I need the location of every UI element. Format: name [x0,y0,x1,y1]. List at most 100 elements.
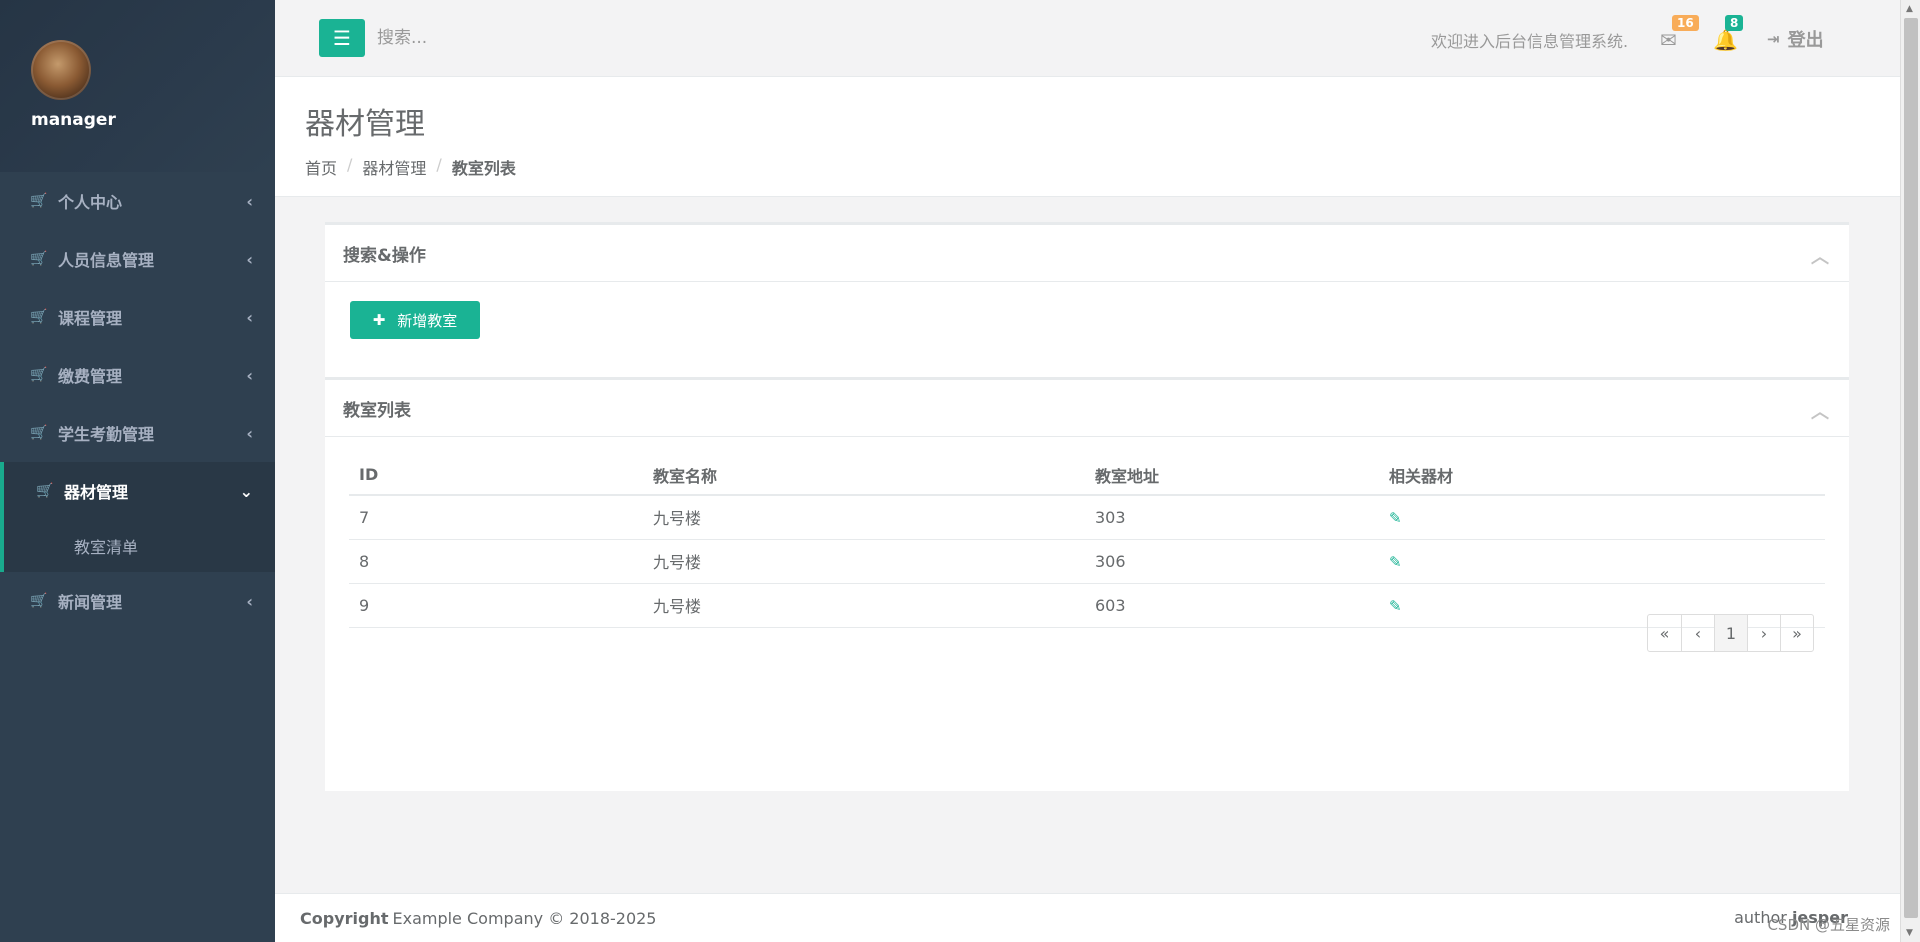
chevron-left-icon: ‹ [246,307,253,327]
column-header-name: 教室名称 [643,455,1085,496]
chevron-left-icon: ‹ [246,591,253,611]
sidebar: manager 🛒 个人中心 ‹ 🛒 人员信息管理 ‹ 🛒 课程管理 ‹ 🛒 缴… [0,0,275,942]
sidebar-item-label: 器材管理 [64,483,129,502]
chevron-left-icon: ‹ [246,191,253,211]
column-header-address: 教室地址 [1085,455,1379,496]
search-panel: 搜索&操作 ︿ ✚ 新增教室 [325,222,1849,377]
chevron-down-icon: ⌄ [239,481,253,501]
table-row: 9 九号楼 603 ✎ [349,583,1825,628]
profile-block: manager [0,0,275,172]
sidebar-item-label: 课程管理 [58,309,123,328]
chevron-left-icon: ‹ [246,423,253,443]
chevron-left-icon: ‹ [246,365,253,385]
cart-icon: 🛒 [36,483,54,499]
table-row: 7 九号楼 303 ✎ [349,495,1825,540]
page-title: 器材管理 [305,107,425,142]
edit-icon[interactable]: ✎ [1389,553,1402,571]
cell-id: 8 [349,539,643,584]
sidebar-subitem-classroom-list[interactable]: 教室清单 [0,520,275,572]
scroll-up-arrow-icon[interactable]: ▲ [1906,4,1913,14]
plus-icon: ✚ [372,311,386,329]
mail-button[interactable]: ✉ 16 [1660,15,1699,52]
breadcrumb-equipment[interactable]: 器材管理 [362,155,426,179]
sidebar-item-personnel[interactable]: 🛒 人员信息管理 ‹ [0,230,275,288]
chevron-left-icon: ‹ [246,249,253,269]
edit-icon[interactable]: ✎ [1389,509,1402,527]
envelope-icon: ✉ [1660,28,1677,52]
breadcrumb-separator: / [347,155,353,174]
notification-count-badge: 8 [1725,15,1744,31]
page-heading: 器材管理 首页 / 器材管理 / 教室列表 [275,77,1900,197]
cell-name: 九号楼 [643,583,1085,628]
copyright-label: Copyright [300,908,389,928]
pagination: « ‹ 1 › » [1647,614,1814,652]
search-panel-title: 搜索&操作 ︿ [325,225,1849,282]
username[interactable]: manager [31,110,275,130]
footer: Copyright Example Company © 2018-2025 au… [275,893,1900,942]
scrollbar[interactable]: ▲ ▼ [1900,0,1920,942]
classroom-list-panel: 教室列表 ︿ ID 教室名称 教室地址 相关器材 7 九号楼 303 ✎ 8 九… [325,377,1849,791]
add-classroom-button[interactable]: ✚ 新增教室 [350,301,480,339]
sidebar-item-personal-center[interactable]: 🛒 个人中心 ‹ [0,172,275,230]
pagination-first[interactable]: « [1648,615,1681,651]
sidebar-item-payments[interactable]: 🛒 缴费管理 ‹ [0,346,275,404]
sign-out-icon: ⇥ [1767,30,1780,48]
table-row: 8 九号楼 306 ✎ [349,539,1825,584]
sidebar-item-label: 学生考勤管理 [58,425,155,444]
pagination-next[interactable]: › [1747,615,1780,651]
cell-id: 7 [349,495,643,540]
cart-icon: 🛒 [30,593,48,609]
list-panel-title: 教室列表 ︿ [325,380,1849,437]
sidebar-item-label: 缴费管理 [58,367,123,386]
menu-toggle-button[interactable]: ☰ [319,19,365,57]
search-panel-title-text: 搜索&操作 [343,245,426,266]
topbar: ☰ 欢迎进入后台信息管理系统. ✉ 16 🔔 8 ⇥ 登出 [275,0,1900,77]
cart-icon: 🛒 [30,309,48,325]
sidebar-item-equipment[interactable]: 🛒 器材管理 ⌄ [0,462,275,520]
scroll-down-arrow-icon[interactable]: ▼ [1906,928,1913,938]
breadcrumb-home[interactable]: 首页 [305,155,337,179]
sidebar-item-label: 人员信息管理 [58,251,155,270]
cell-id: 9 [349,583,643,628]
scroll-thumb[interactable] [1904,18,1918,918]
hamburger-icon: ☰ [333,26,351,50]
classroom-table: ID 教室名称 教室地址 相关器材 7 九号楼 303 ✎ 8 九号楼 306 … [349,455,1825,628]
bell-icon: 🔔 [1713,28,1738,52]
sidebar-item-news[interactable]: 🛒 新闻管理 ‹ [0,572,275,630]
add-classroom-label: 新增教室 [397,311,458,330]
sidebar-item-label: 个人中心 [58,193,123,212]
mail-count-badge: 16 [1672,15,1699,31]
cell-address: 603 [1085,583,1379,628]
company-text: Example Company © 2018-2025 [392,908,657,928]
avatar[interactable] [31,40,91,100]
watermark: CSDN @五星资源 [1767,916,1890,934]
edit-icon[interactable]: ✎ [1389,597,1402,615]
logout-label: 登出 [1787,30,1824,51]
sidebar-item-courses[interactable]: 🛒 课程管理 ‹ [0,288,275,346]
cart-icon: 🛒 [30,193,48,209]
table-header-row: ID 教室名称 教室地址 相关器材 [349,455,1825,496]
sidebar-item-label: 新闻管理 [58,593,123,612]
chevron-up-icon[interactable]: ︿ [1811,398,1829,424]
breadcrumb: 首页 / 器材管理 / 教室列表 [305,155,1870,179]
list-panel-title-text: 教室列表 [343,400,411,421]
cell-address: 303 [1085,495,1379,540]
cart-icon: 🛒 [30,251,48,267]
pagination-page[interactable]: 1 [1714,615,1747,651]
column-header-equipment: 相关器材 [1379,455,1825,496]
pagination-prev[interactable]: ‹ [1681,615,1714,651]
breadcrumb-separator: / [436,155,442,174]
cart-icon: 🛒 [30,367,48,383]
cell-address: 306 [1085,539,1379,584]
welcome-text: 欢迎进入后台信息管理系统. [1431,32,1629,51]
notification-button[interactable]: 🔔 8 [1713,15,1744,52]
search-input[interactable] [377,28,777,48]
sidebar-item-attendance[interactable]: 🛒 学生考勤管理 ‹ [0,404,275,462]
cart-icon: 🛒 [30,425,48,441]
cell-name: 九号楼 [643,539,1085,584]
column-header-id: ID [349,455,643,496]
pagination-last[interactable]: » [1780,615,1813,651]
cell-name: 九号楼 [643,495,1085,540]
chevron-up-icon[interactable]: ︿ [1811,243,1829,269]
logout-button[interactable]: ⇥ 登出 [1767,26,1824,52]
